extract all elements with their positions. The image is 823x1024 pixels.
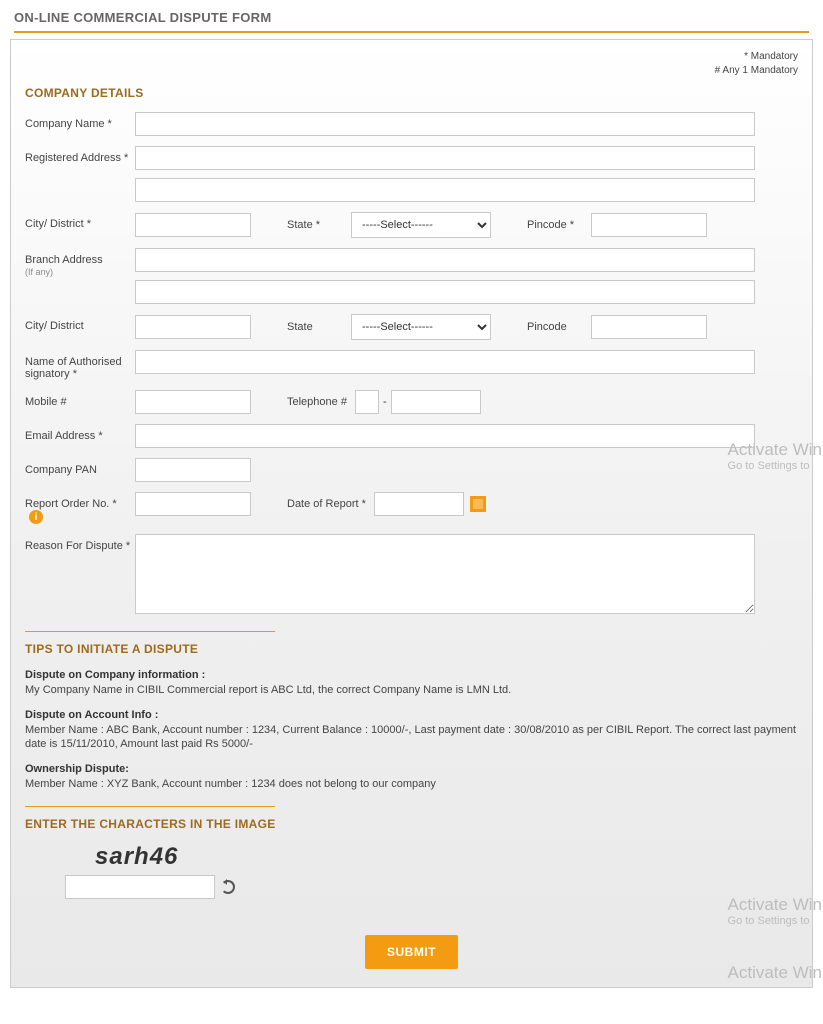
reload-icon[interactable] (221, 880, 235, 894)
label-pincode-2: Pincode (491, 321, 591, 333)
tip-3-title: Ownership Dispute: (25, 763, 129, 775)
label-email: Email Address * (25, 424, 135, 442)
page-title: ON-LINE COMMERCIAL DISPUTE FORM (0, 0, 823, 31)
mandatory-note: * Mandatory # Any 1 Mandatory (25, 50, 798, 78)
label-city-1: City/ District * (25, 212, 135, 230)
mobile-input[interactable] (135, 390, 251, 414)
tip-2-title: Dispute on Account Info : (25, 709, 158, 721)
city-input-1[interactable] (135, 213, 251, 237)
captcha-input[interactable] (65, 875, 215, 899)
tips-top-divider (25, 631, 275, 632)
tip-1-body: My Company Name in CIBIL Commercial repo… (25, 684, 511, 696)
info-icon[interactable]: i (29, 510, 43, 524)
date-of-report-input[interactable] (374, 492, 464, 516)
section-captcha: ENTER THE CHARACTERS IN THE IMAGE (25, 817, 798, 831)
authorised-signatory-input[interactable] (135, 350, 755, 374)
windows-watermark-2: Activate Win Go to Settings to (728, 895, 822, 927)
captcha-top-divider (25, 806, 275, 807)
label-registered-address: Registered Address * (25, 146, 135, 164)
label-pincode-1: Pincode * (491, 219, 591, 231)
label-state-1: State * (251, 219, 351, 231)
report-order-no-input[interactable] (135, 492, 251, 516)
label-report-order-no: Report Order No. * i (25, 492, 135, 524)
calendar-icon[interactable] (470, 496, 486, 512)
pincode-input-1[interactable] (591, 213, 707, 237)
label-company-pan: Company PAN (25, 458, 135, 476)
captcha-area: sarh46 (65, 843, 798, 899)
submit-button[interactable]: SUBMIT (365, 935, 458, 969)
registered-address-input-1[interactable] (135, 146, 755, 170)
tip-2-body: Member Name : ABC Bank, Account number :… (25, 724, 796, 751)
city-input-2[interactable] (135, 315, 251, 339)
telephone-number-input[interactable] (391, 390, 481, 414)
label-telephone: Telephone # (251, 396, 355, 408)
branch-address-input-2[interactable] (135, 280, 755, 304)
mandatory-text-2: # Any 1 Mandatory (715, 65, 798, 76)
pincode-input-2[interactable] (591, 315, 707, 339)
telephone-code-input[interactable] (355, 390, 379, 414)
state-select-1[interactable]: -----Select------ (351, 212, 491, 238)
email-input[interactable] (135, 424, 755, 448)
tips-block: Dispute on Company information : My Comp… (25, 668, 798, 792)
branch-address-input-1[interactable] (135, 248, 755, 272)
tip-3-body: Member Name : XYZ Bank, Account number :… (25, 778, 436, 790)
label-branch-sub: (If any) (25, 267, 53, 277)
tip-1-title: Dispute on Company information : (25, 669, 205, 681)
label-branch-text: Branch Address (25, 254, 103, 266)
label-reason-for-dispute: Reason For Dispute * (25, 534, 135, 552)
telephone-separator: - (379, 396, 391, 408)
label-company-name: Company Name * (25, 112, 135, 130)
label-state-2: State (251, 321, 351, 333)
captcha-image-text: sarh46 (65, 843, 178, 871)
label-mobile: Mobile # (25, 390, 135, 408)
mandatory-text-1: * Mandatory (744, 51, 798, 62)
section-tips: TIPS TO INITIATE A DISPUTE (25, 642, 798, 656)
reason-for-dispute-textarea[interactable] (135, 534, 755, 614)
label-city-2: City/ District (25, 314, 135, 332)
state-select-2[interactable]: -----Select------ (351, 314, 491, 340)
section-company-details: COMPANY DETAILS (25, 86, 798, 100)
label-date-of-report: Date of Report * (251, 498, 374, 510)
title-divider (14, 31, 809, 33)
company-name-input[interactable] (135, 112, 755, 136)
label-authorised-signatory: Name of Authorised signatory * (25, 350, 135, 380)
label-report-order-text: Report Order No. * (25, 498, 117, 510)
company-pan-input[interactable] (135, 458, 251, 482)
label-branch-address: Branch Address (If any) (25, 248, 135, 278)
registered-address-input-2[interactable] (135, 178, 755, 202)
form-panel: * Mandatory # Any 1 Mandatory COMPANY DE… (10, 39, 813, 988)
